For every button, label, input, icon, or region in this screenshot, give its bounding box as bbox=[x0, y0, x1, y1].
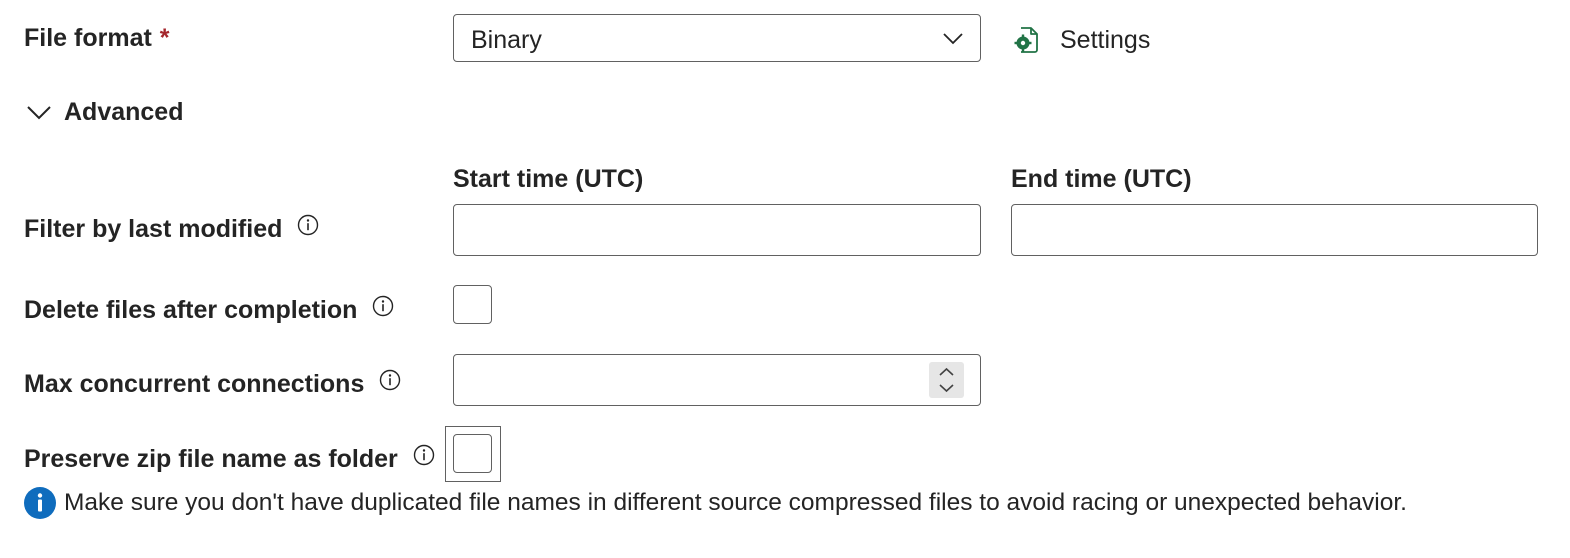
info-icon[interactable] bbox=[372, 295, 394, 317]
spinner-arrows-icon bbox=[939, 367, 954, 393]
delete-files-label-text: Delete files after completion bbox=[24, 296, 358, 324]
file-format-label-text: File format bbox=[24, 24, 152, 52]
preserve-zip-label-text: Preserve zip file name as folder bbox=[24, 445, 398, 473]
preserve-zip-focus-ring bbox=[445, 426, 501, 482]
info-icon[interactable] bbox=[379, 369, 401, 391]
chevron-down-icon bbox=[27, 106, 51, 120]
filter-last-modified-label-text: Filter by last modified bbox=[24, 215, 283, 243]
number-spinner[interactable] bbox=[929, 362, 964, 398]
preserve-zip-label: Preserve zip file name as folder bbox=[24, 444, 435, 474]
file-format-label: File format * bbox=[24, 23, 170, 53]
file-format-selected-value: Binary bbox=[471, 26, 542, 54]
info-icon[interactable] bbox=[297, 214, 319, 236]
end-time-input[interactable] bbox=[1011, 204, 1538, 256]
advanced-toggle[interactable]: Advanced bbox=[26, 97, 183, 127]
preserve-zip-checkbox[interactable] bbox=[453, 434, 492, 473]
info-filled-icon bbox=[24, 487, 56, 519]
end-time-header: End time (UTC) bbox=[1011, 165, 1192, 193]
max-connections-label: Max concurrent connections bbox=[24, 369, 401, 399]
advanced-label: Advanced bbox=[64, 98, 184, 126]
max-connections-input[interactable] bbox=[453, 354, 981, 406]
start-time-input[interactable] bbox=[453, 204, 981, 256]
max-connections-label-text: Max concurrent connections bbox=[24, 370, 365, 398]
required-asterisk: * bbox=[159, 24, 170, 52]
info-message-text: Make sure you don't have duplicated file… bbox=[64, 489, 1407, 516]
delete-files-label: Delete files after completion bbox=[24, 295, 394, 325]
start-time-header: Start time (UTC) bbox=[453, 165, 644, 193]
info-message-bar: Make sure you don't have duplicated file… bbox=[24, 487, 1407, 519]
filter-last-modified-label: Filter by last modified bbox=[24, 214, 319, 244]
chevron-down-icon bbox=[943, 33, 963, 45]
settings-label: Settings bbox=[1060, 26, 1151, 54]
settings-button[interactable]: Settings bbox=[1012, 25, 1150, 55]
file-format-dropdown[interactable]: Binary bbox=[453, 14, 981, 62]
info-icon[interactable] bbox=[413, 444, 435, 466]
settings-gear-icon bbox=[1014, 27, 1038, 53]
delete-files-checkbox[interactable] bbox=[453, 285, 492, 324]
